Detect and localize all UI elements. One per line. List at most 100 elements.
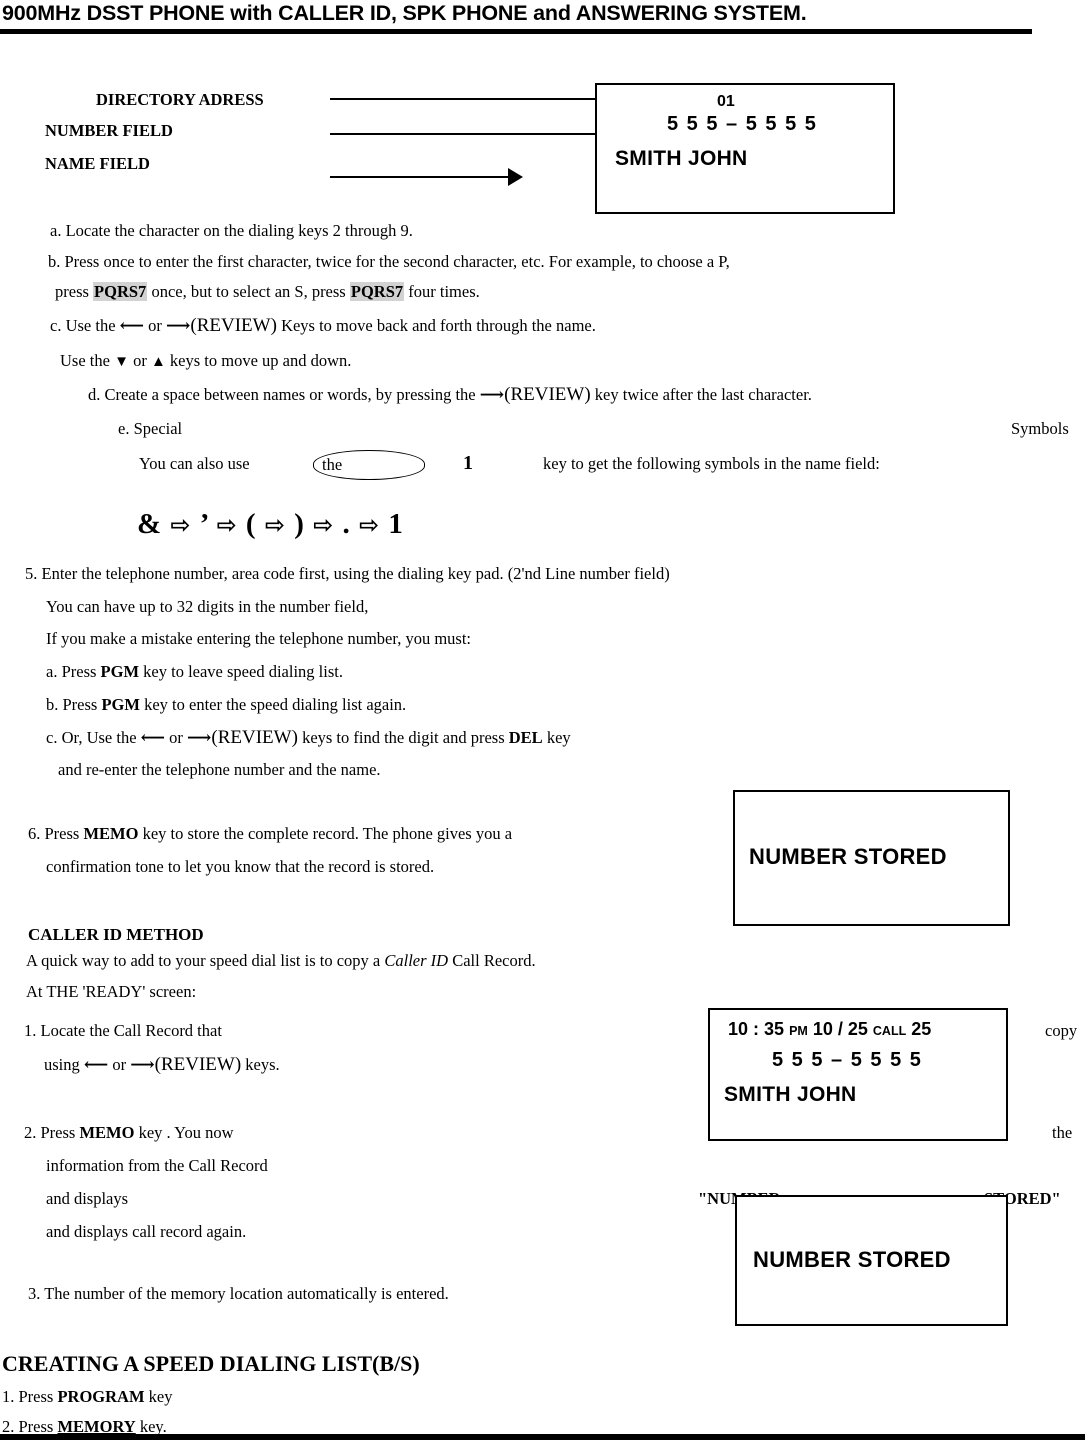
header-divider <box>0 29 1032 34</box>
caller-id-item3: 3. The number of the memory location aut… <box>28 1284 449 1303</box>
caller-id-item1-line2-post: keys. <box>241 1055 280 1074</box>
review-key-label: (REVIEW) <box>190 315 277 336</box>
step6-line1-post: key to store the complete record. The ph… <box>138 824 513 843</box>
step5-c-post: key <box>542 728 571 747</box>
step-b-line2-post: four times. <box>404 282 480 301</box>
key-pqrs7-second: PQRS7 <box>349 282 405 301</box>
step-e-line2-pre: You can also use <box>139 454 250 473</box>
caller-id-line1-pre: A quick way to add to your speed dial li… <box>26 951 385 970</box>
review-key-label-d: (REVIEW) <box>504 384 591 405</box>
key-program: PROGRAM <box>57 1387 145 1406</box>
step-e-the-word: the <box>322 455 343 474</box>
label-name-field: NAME FIELD <box>45 154 150 173</box>
step-c-line2: Use the ▼ or ▲ keys to move up and down. <box>60 351 352 371</box>
caller-id-item1-line1: 1. Locate the Call Record that <box>24 1021 222 1040</box>
caller-id-item1-or: or <box>108 1055 131 1074</box>
caller-id-item2-line3: and displays <box>46 1189 129 1208</box>
step5-a-pre: a. Press <box>46 662 101 681</box>
lcd-callid-time: 10 : 35 <box>728 1019 785 1039</box>
arrowhead-icon-name-field <box>508 168 523 186</box>
step5-c-line2: and re-enter the telephone number and th… <box>58 760 381 779</box>
step-d-text: d. Create a space between names or words… <box>88 384 812 406</box>
step-e-right-word: Symbols <box>1011 419 1069 438</box>
step-d-pre: d. Create a space between names or words… <box>88 385 480 404</box>
step6-line1-pre: 6. Press <box>28 824 84 843</box>
step5-a: a. Press PGM key to leave speed dialing … <box>46 662 343 681</box>
symbol-one: 1 <box>388 508 404 540</box>
arrow-block-icon-1: ⇨ <box>170 511 192 539</box>
symbol-paren-open: ( <box>245 508 257 540</box>
arrow-right-icon: ⟶ <box>166 316 191 335</box>
speed-dial-heading: CREATING A SPEED DIALING LIST(B/S) <box>2 1351 420 1376</box>
key-memo-6: MEMO <box>83 824 139 843</box>
lcd-directory-address-value: 01 <box>717 93 735 110</box>
lcd-number-value: 5 5 5 – 5 5 5 5 <box>667 113 818 135</box>
lcd-callid-call-number: 25 <box>911 1019 932 1039</box>
key-pqrs7-first: PQRS7 <box>93 282 148 301</box>
lcd-callid-ampm: PM <box>789 1024 808 1038</box>
arrow-block-icon-3: ⇨ <box>264 511 286 539</box>
key-pgm-b: PGM <box>101 695 140 714</box>
arrow-left-icon-5c: ⟵ <box>140 728 166 747</box>
step-c-line2-pre: Use the <box>60 351 115 370</box>
step5-c-or: or <box>165 728 188 747</box>
arrow-block-icon-2: ⇨ <box>216 511 238 539</box>
special-symbols-row: & ⇨ ’ ⇨ ( ⇨ ) ⇨ . ⇨ 1 <box>137 508 404 541</box>
step-c-line2-or: or <box>128 351 151 370</box>
speed-dial-item1-pre: 1. Press <box>2 1387 58 1406</box>
step5-b-post: key to enter the speed dialing list agai… <box>139 695 407 714</box>
lcd-callid-call-label: CALL <box>872 1024 907 1038</box>
caller-id-item2-trail: the <box>1052 1123 1073 1142</box>
lcd-callid-number: 5 5 5 – 5 5 5 5 <box>772 1049 923 1071</box>
leader-line-name-field <box>330 176 515 178</box>
step5-c-mid: keys to find the digit and press <box>297 728 509 747</box>
label-directory-address: DIRECTORY ADRESS <box>96 90 264 109</box>
key-one-label: 1 <box>463 452 473 474</box>
lcd-number-stored-text-1: NUMBER STORED <box>749 844 947 869</box>
step-e-label: e. Special <box>118 419 183 438</box>
caller-id-item2-line2: information from the Call Record <box>46 1156 268 1175</box>
step5-line3: If you make a mistake entering the telep… <box>46 629 472 648</box>
speed-dial-item1: 1. Press PROGRAM key <box>2 1387 173 1406</box>
step-c-line2-post: keys to move up and down. <box>165 351 352 370</box>
step6-line1: 6. Press MEMO key to store the complete … <box>28 824 513 843</box>
step5-c-pre: c. Or, Use the <box>46 728 141 747</box>
caller-id-item2-line1-post: key . You now <box>134 1123 234 1142</box>
step-a-text: a. Locate the character on the dialing k… <box>50 221 413 240</box>
review-key-label-cid: (REVIEW) <box>154 1054 242 1075</box>
symbol-ampersand: & <box>137 508 163 540</box>
leader-line-directory-address <box>330 98 630 100</box>
lcd-callid-name: SMITH JOHN <box>724 1083 857 1106</box>
caller-id-item2-line1-pre: 2. Press <box>24 1123 80 1142</box>
lcd-name-value: SMITH JOHN <box>615 147 748 170</box>
lcd-callid-header-line: 10 : 35 PM 10 / 25 CALL 25 <box>728 1019 931 1040</box>
caller-id-item1-trail: copy <box>1045 1021 1078 1040</box>
symbol-paren-close: ) <box>294 508 305 540</box>
caller-id-item2-line1: 2. Press MEMO key . You now <box>24 1123 234 1142</box>
key-pgm-a: PGM <box>100 662 140 681</box>
page-title: 900MHz DSST PHONE with CALLER ID, SPK PH… <box>2 1 807 25</box>
review-key-label-5c: (REVIEW) <box>211 727 298 748</box>
caller-id-line1: A quick way to add to your speed dial li… <box>26 951 536 970</box>
step-d-post: key twice after the last character. <box>590 385 812 404</box>
step5-line1: 5. Enter the telephone number, area code… <box>25 564 670 583</box>
step-c-or: or <box>144 316 167 335</box>
lcd-number-stored-text-2: NUMBER STORED <box>753 1247 951 1272</box>
arrow-right-icon-d: ⟶ <box>479 385 505 404</box>
arrow-right-icon-cid: ⟶ <box>130 1055 155 1074</box>
step5-a-post: key to leave speed dialing list. <box>139 662 343 681</box>
step-e-line2-post: key to get the following symbols in the … <box>543 454 880 473</box>
symbol-period: . <box>342 508 351 540</box>
caller-id-item1-line2-pre: using <box>44 1055 84 1074</box>
symbol-apostrophe: ’ <box>199 508 210 540</box>
step-b-line2: press PQRS7 once, but to select an S, pr… <box>55 282 480 301</box>
caller-id-method-heading: CALLER ID METHOD <box>28 925 204 944</box>
caller-id-line2: At THE 'READY' screen: <box>26 982 197 1001</box>
arrow-block-icon-5: ⇨ <box>358 511 381 539</box>
arrow-left-icon-cid: ⟵ <box>83 1055 109 1074</box>
arrow-right-icon-5c: ⟶ <box>187 728 212 747</box>
key-del: DEL <box>508 728 543 747</box>
footer-divider <box>0 1434 1085 1440</box>
arrow-left-icon: ⟵ <box>119 316 145 335</box>
step-b-line1: b. Press once to enter the first charact… <box>48 252 730 271</box>
